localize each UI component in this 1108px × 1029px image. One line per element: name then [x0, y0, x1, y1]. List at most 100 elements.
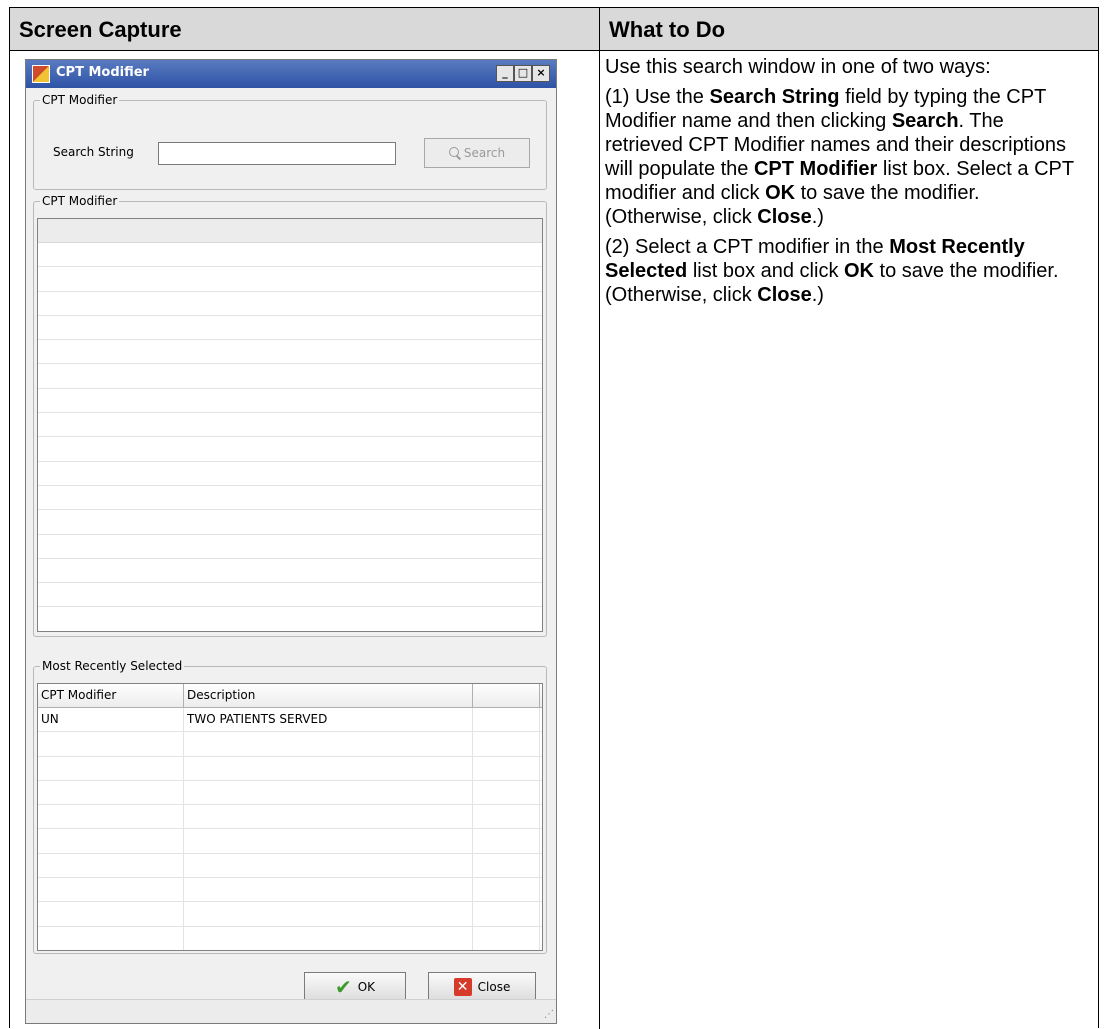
column-header-cpt-modifier[interactable]: CPT Modifier	[38, 684, 184, 707]
search-group-label: CPT Modifier	[40, 93, 120, 107]
cell-description: TWO PATIENTS SERVED	[184, 708, 473, 732]
instruction-text-segment: Close	[757, 206, 812, 228]
cpt-modifier-listbox[interactable]	[37, 218, 543, 632]
cell-description	[184, 829, 473, 853]
table-row[interactable]	[38, 805, 542, 830]
recent-table-header: CPT Modifier Description	[38, 684, 542, 708]
close-x-icon: ✕	[453, 978, 472, 996]
cell-extra	[473, 708, 540, 732]
list-item[interactable]	[38, 316, 542, 341]
table-row[interactable]	[38, 926, 542, 950]
instruction-text-segment: Search	[891, 110, 959, 132]
dialog-titlebar[interactable]: CPT Modifier _ □ ×	[26, 60, 556, 88]
list-item[interactable]	[38, 437, 542, 462]
close-icon[interactable]: ×	[532, 65, 550, 82]
instruction-text-segment: .)	[811, 284, 824, 306]
instruction-text-segment: OK	[844, 260, 874, 282]
cell-description	[184, 805, 473, 829]
list-item[interactable]	[38, 462, 542, 486]
cell-cpt-modifier	[38, 926, 184, 950]
dialog-title: CPT Modifier	[56, 65, 149, 80]
cell-description	[184, 756, 473, 780]
table-row[interactable]: UN TWO PATIENTS SERVED	[38, 708, 542, 733]
list-item[interactable]	[38, 243, 542, 268]
cell-description	[184, 853, 473, 878]
instruction-text-segment: (1) Use the	[605, 86, 710, 108]
cell-cpt-modifier	[38, 878, 184, 902]
instruction-step-1: (1) Use the Search String field by typin…	[605, 85, 1085, 229]
instruction-step-2: (2) Select a CPT modifier in the Most Re…	[605, 235, 1085, 307]
minimize-icon[interactable]: _	[496, 65, 514, 82]
list-item[interactable]	[38, 559, 542, 584]
cell-description	[184, 780, 473, 805]
cell-extra	[473, 732, 540, 756]
cell-cpt-modifier	[38, 829, 184, 853]
cell-description	[184, 926, 473, 950]
app-icon	[32, 65, 50, 83]
list-group-label: CPT Modifier	[40, 194, 120, 208]
cell-extra	[473, 926, 540, 950]
search-button[interactable]: Search	[424, 138, 530, 168]
cell-extra	[473, 829, 540, 853]
cell-extra	[473, 805, 540, 829]
cell-description	[184, 902, 473, 926]
ok-button-label: OK	[357, 980, 376, 994]
search-groupbox: CPT Modifier Search String Search	[33, 93, 547, 190]
column-divider	[599, 8, 600, 1029]
table-header-row: Screen Capture What to Do	[10, 8, 1098, 51]
table-row[interactable]	[38, 902, 542, 927]
recent-table[interactable]: CPT Modifier Description UN TWO PATIENTS …	[37, 683, 543, 951]
cpt-modifier-dialog: CPT Modifier _ □ × CPT Modifier Search S…	[25, 59, 557, 1024]
list-item[interactable]	[38, 413, 542, 438]
resize-grip-icon[interactable]: ⋰	[544, 1009, 554, 1020]
status-bar: ⋰	[26, 999, 556, 1023]
search-string-input[interactable]	[158, 142, 396, 165]
cell-cpt-modifier	[38, 756, 184, 780]
cell-description	[184, 878, 473, 902]
instruction-text-segment: list box and click	[687, 260, 844, 282]
list-item[interactable]	[38, 607, 542, 631]
table-row[interactable]	[38, 853, 542, 879]
table-row[interactable]	[38, 829, 542, 854]
close-button-label: Close	[477, 980, 511, 994]
cell-cpt-modifier	[38, 805, 184, 829]
table-row[interactable]	[38, 732, 542, 757]
cell-extra	[473, 756, 540, 780]
checkmark-icon: ✔	[334, 975, 352, 999]
instruction-text-segment: Close	[757, 284, 812, 306]
table-row[interactable]	[38, 878, 542, 903]
listbox-rows	[38, 243, 542, 631]
recent-groupbox: Most Recently Selected CPT Modifier Desc…	[33, 659, 547, 954]
search-icon	[448, 147, 461, 159]
header-screen-capture: Screen Capture	[19, 17, 182, 42]
maximize-icon[interactable]: □	[514, 65, 532, 82]
search-string-label: Search String	[53, 145, 134, 159]
list-item[interactable]	[38, 510, 542, 535]
list-item[interactable]	[38, 292, 542, 316]
cell-cpt-modifier: UN	[38, 708, 184, 732]
cell-description	[184, 732, 473, 756]
instruction-text-segment: .)	[811, 206, 824, 228]
list-item[interactable]	[38, 267, 542, 292]
cell-extra	[473, 853, 540, 878]
header-what-to-do: What to Do	[609, 17, 726, 42]
list-item[interactable]	[38, 583, 542, 608]
column-header-description[interactable]: Description	[184, 684, 473, 707]
table-row[interactable]	[38, 780, 542, 806]
list-item[interactable]	[38, 535, 542, 559]
close-button[interactable]: ✕ Close	[428, 972, 536, 1002]
ok-button[interactable]: ✔ OK	[304, 972, 406, 1002]
listbox-header	[38, 219, 542, 243]
recent-group-label: Most Recently Selected	[40, 659, 185, 673]
cell-cpt-modifier	[38, 780, 184, 805]
list-item[interactable]	[38, 364, 542, 389]
cell-cpt-modifier	[38, 902, 184, 926]
cell-cpt-modifier	[38, 853, 184, 878]
table-row[interactable]	[38, 756, 542, 781]
list-item[interactable]	[38, 486, 542, 511]
list-item[interactable]	[38, 389, 542, 414]
instruction-text-segment: OK	[765, 182, 796, 204]
list-item[interactable]	[38, 340, 542, 365]
cpt-modifier-list-groupbox: CPT Modifier	[33, 194, 547, 637]
column-header-extra[interactable]	[473, 684, 540, 707]
